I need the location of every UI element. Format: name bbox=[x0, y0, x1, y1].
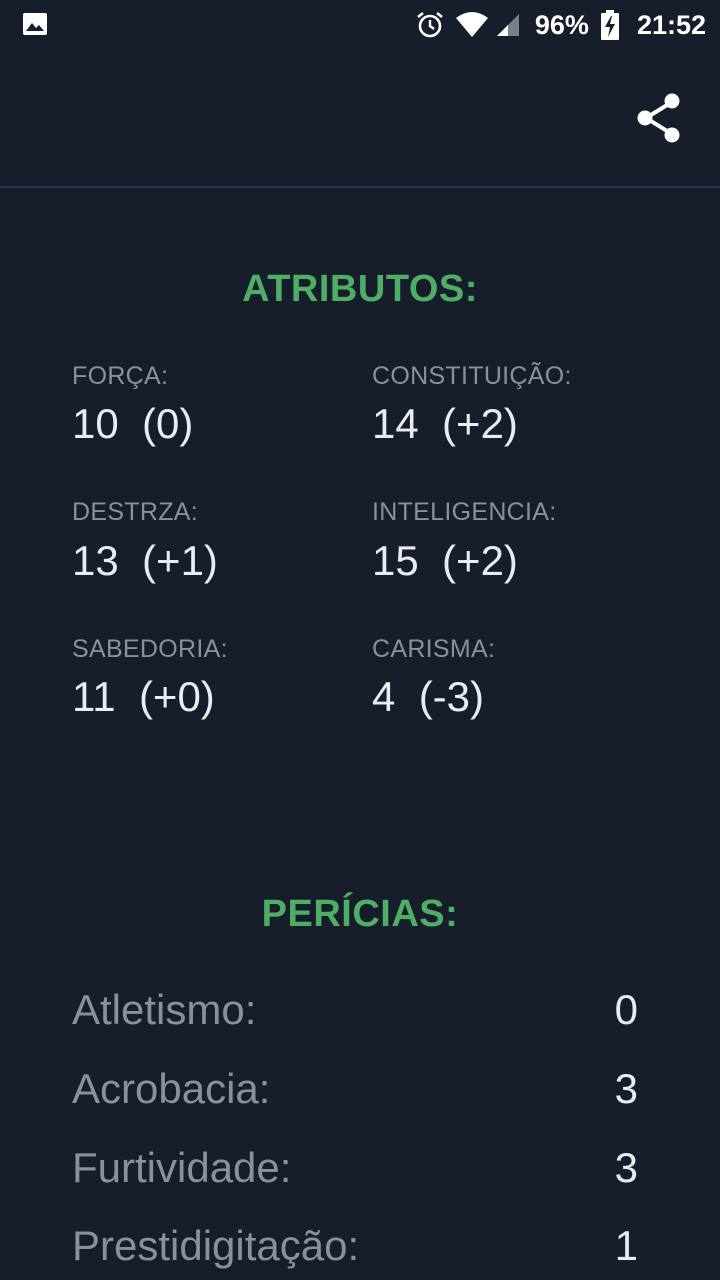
skill-name: Acrobacia: bbox=[72, 1065, 271, 1112]
attribute-value-sabedoria: 11 (+0) bbox=[72, 673, 215, 720]
skill-name: Atletismo: bbox=[72, 986, 257, 1033]
attribute-label-constituicao: CONSTITUIÇÃO: bbox=[372, 362, 572, 390]
skill-name: Prestidigitação: bbox=[72, 1222, 360, 1269]
skill-value: 3 bbox=[614, 1144, 638, 1191]
status-bar: 96% 21:52 bbox=[0, 0, 720, 50]
attribute-label-carisma: CARISMA: bbox=[372, 635, 496, 663]
attributes-title: ATRIBUTOS: bbox=[242, 268, 478, 310]
skill-value: 3 bbox=[614, 1065, 638, 1112]
status-icons: 96% 21:52 bbox=[415, 0, 706, 50]
skill-name: Furtividade: bbox=[72, 1144, 292, 1191]
alarm-icon bbox=[417, 11, 443, 38]
attribute-label-destreza: DESTRZA: bbox=[72, 498, 199, 526]
battery-percent: 96% bbox=[534, 9, 589, 40]
skill-row-prestidigitacao: Prestidigitação: 1 bbox=[72, 1222, 638, 1278]
toolbar bbox=[0, 50, 720, 188]
attribute-label-sabedoria: SABEDORIA: bbox=[72, 635, 228, 663]
attribute-value-carisma: 4 (-3) bbox=[372, 673, 485, 720]
battery-charging-icon bbox=[600, 10, 619, 40]
skills-title: PERÍCIAS: bbox=[261, 893, 459, 935]
image-icon bbox=[23, 13, 47, 35]
skill-row-atletismo: Atletismo: 0 bbox=[72, 986, 638, 1042]
skill-row-acrobacia: Acrobacia: 3 bbox=[72, 1065, 638, 1121]
status-time: 21:52 bbox=[636, 9, 706, 40]
wifi-icon bbox=[455, 12, 488, 37]
attribute-value-constituicao: 14 (+2) bbox=[372, 400, 518, 447]
attribute-label-forca: FORÇA: bbox=[72, 362, 169, 390]
attribute-value-forca: 10 (0) bbox=[72, 400, 194, 447]
attribute-value-destreza: 13 (+1) bbox=[72, 537, 218, 584]
signal-icon bbox=[496, 14, 519, 36]
attribute-label-inteligencia: INTELIGENCIA: bbox=[372, 498, 557, 526]
share-icon[interactable] bbox=[634, 90, 684, 146]
attribute-value-inteligencia: 15 (+2) bbox=[372, 537, 518, 584]
skill-value: 0 bbox=[614, 986, 638, 1033]
skill-row-furtividade: Furtividade: 3 bbox=[72, 1144, 638, 1200]
skill-value: 1 bbox=[614, 1222, 638, 1269]
